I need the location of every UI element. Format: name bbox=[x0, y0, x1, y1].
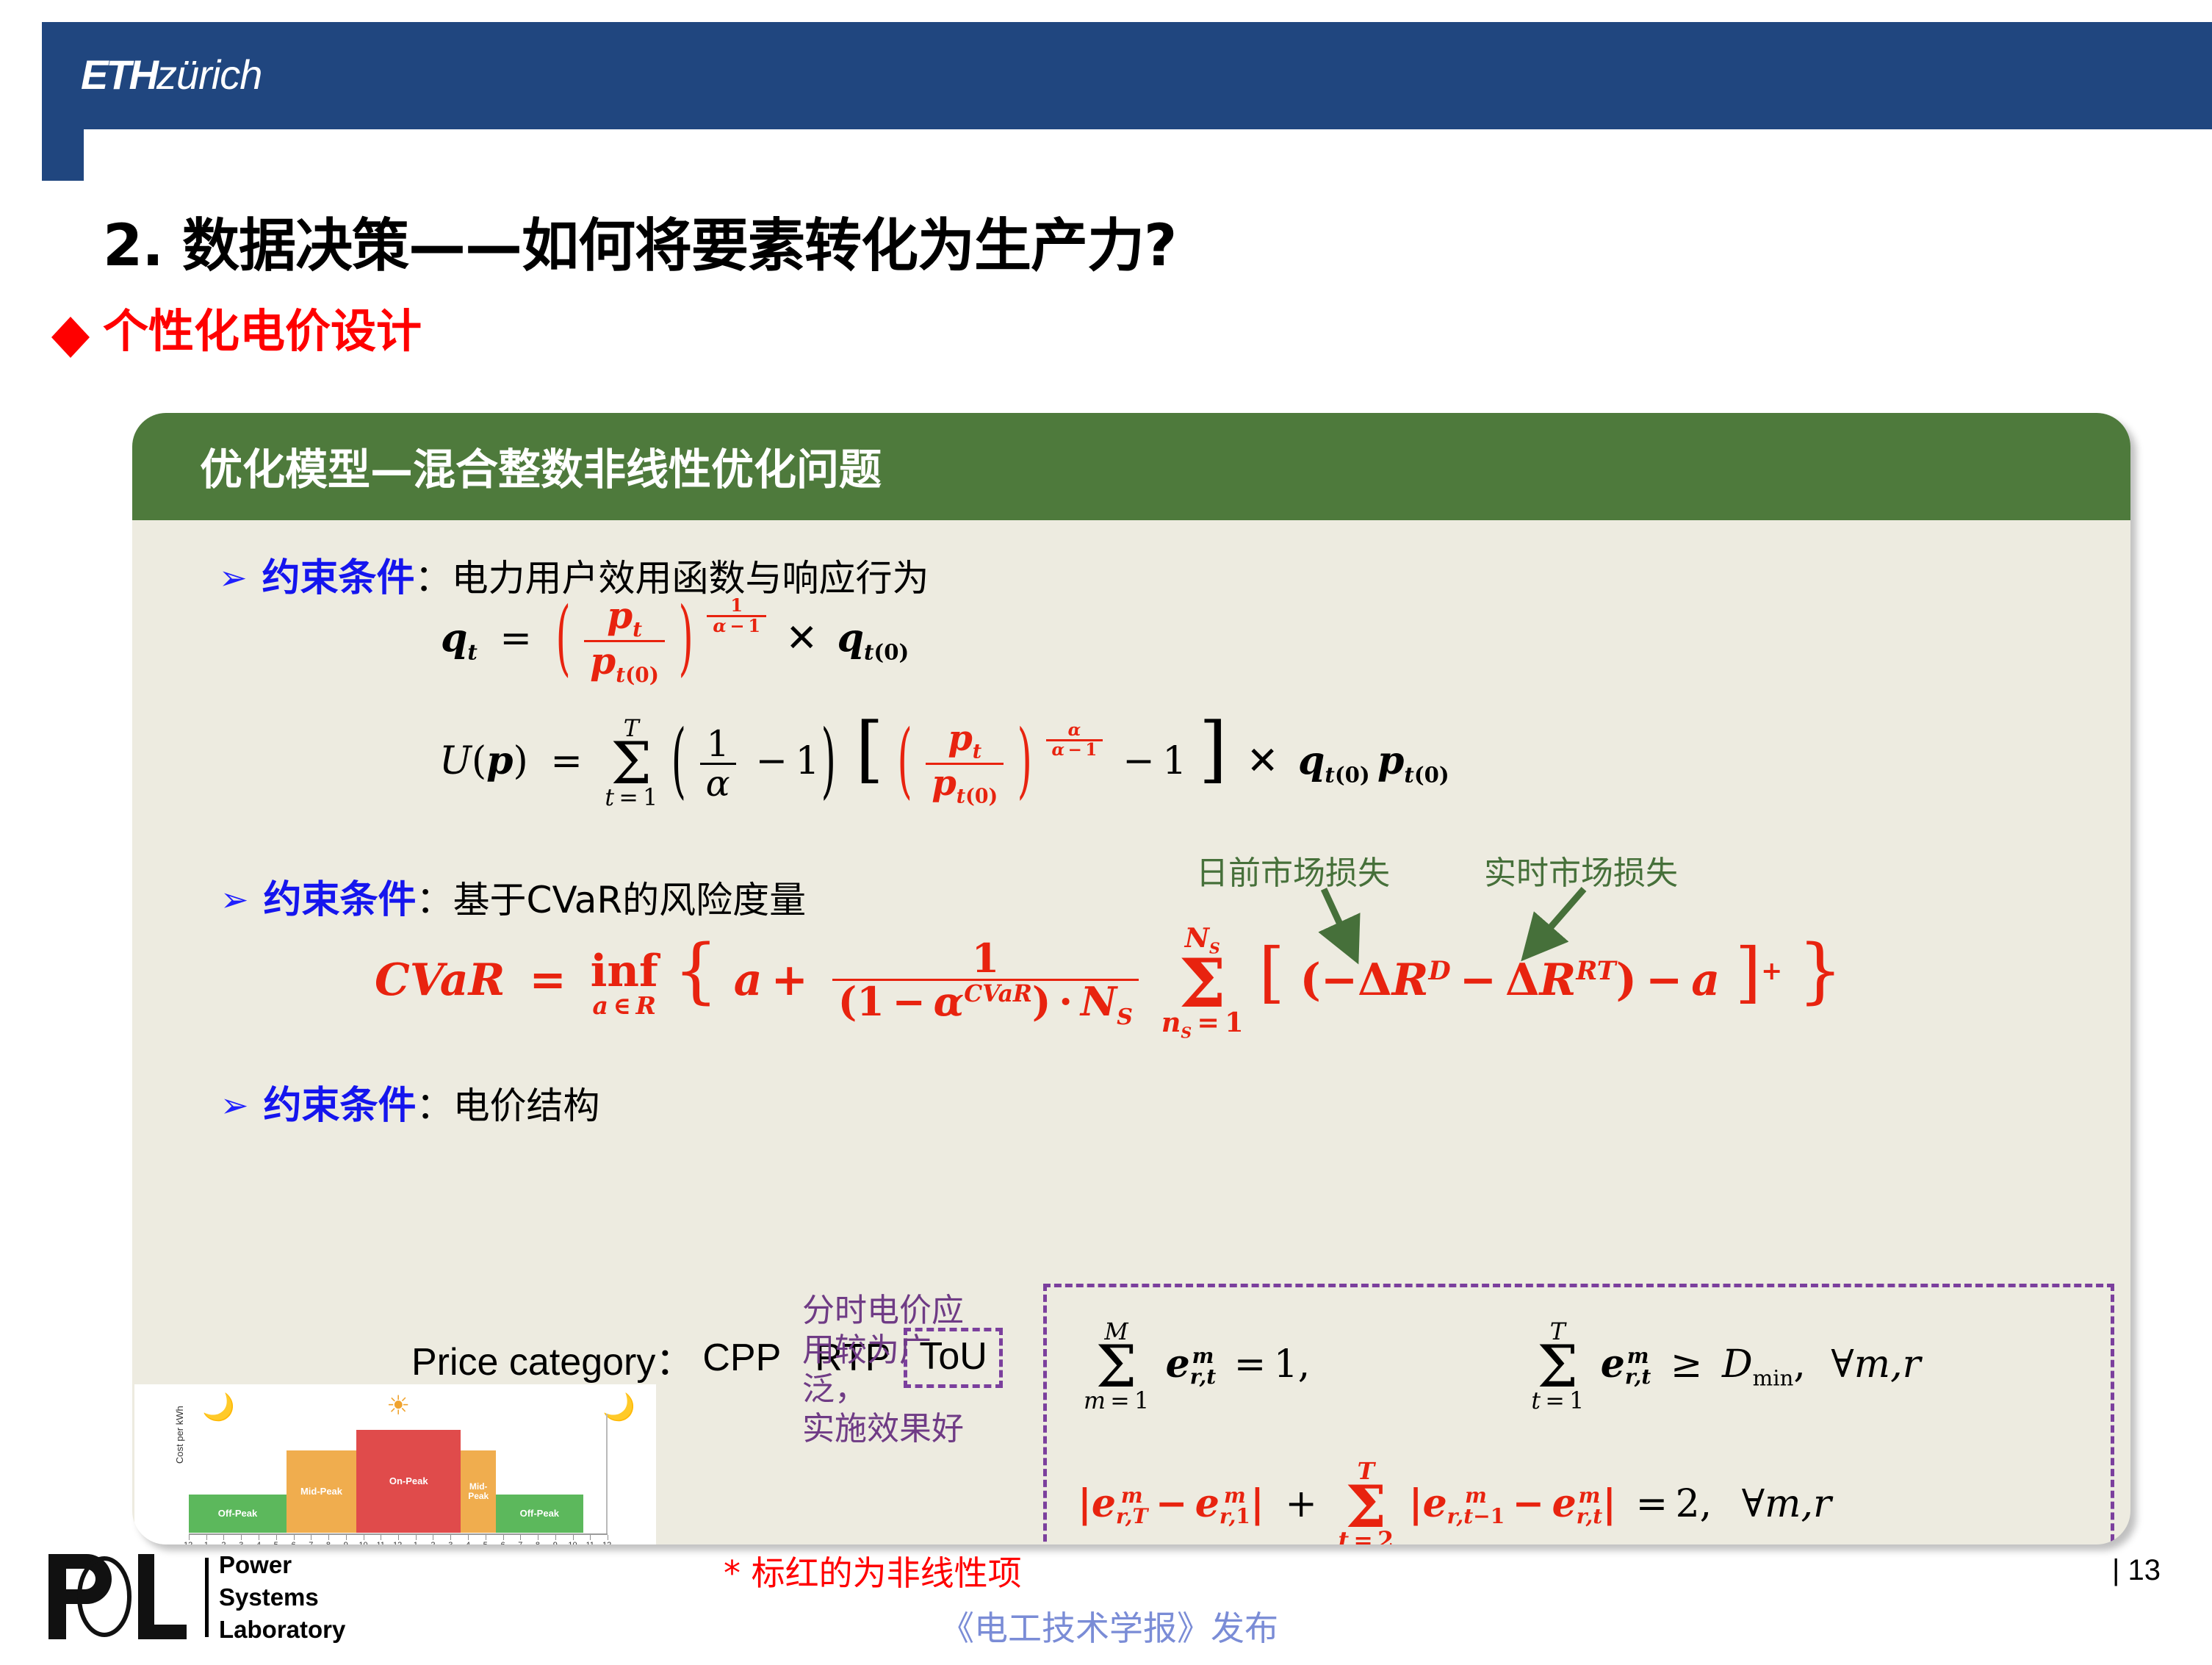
bar-mid-peak-1: Mid-Peak bbox=[286, 1450, 356, 1533]
diamond-bullet-icon bbox=[51, 317, 90, 358]
price-option-cpp[interactable]: CPP bbox=[702, 1336, 781, 1380]
sum-symbol-ns: NS ΣnS = 1 bbox=[1161, 922, 1244, 1042]
psl-logo-mark bbox=[44, 1550, 202, 1645]
eth-logo-eth: ETH bbox=[81, 51, 159, 98]
page-title: 2. 数据决策——如何将要素转化为生产力? bbox=[103, 213, 1177, 279]
purple-note-line-3: 实施效果好 bbox=[802, 1410, 964, 1448]
eth-logo-zurich: zürich bbox=[156, 51, 262, 98]
bullet-2-colon: ： bbox=[416, 879, 453, 921]
bullet-1-colon: ： bbox=[414, 557, 452, 600]
bullet-3-keyword: 约束条件 bbox=[263, 1084, 417, 1128]
formula-cvar: CVaR = inf a ∈ R { a + 1 (1 − αCVaR) · NS… bbox=[375, 922, 1843, 1042]
psl-word-systems: Systems bbox=[219, 1583, 319, 1611]
page-number: | 13 bbox=[2112, 1554, 2161, 1586]
inf-operator: inf a ∈ R bbox=[590, 945, 658, 1020]
bullet-constraint-1: ➢ 约束条件 ： 电力用户效用函数与响应行为 bbox=[219, 547, 929, 602]
section-header-label: 优化模型—混合整数非线性优化问题 bbox=[200, 445, 882, 495]
psl-logo-divider bbox=[205, 1557, 209, 1637]
psl-logo-words: Power Systems Laboratory bbox=[219, 1549, 345, 1646]
content-panel: 优化模型—混合整数非线性优化问题 ➢ 约束条件 ： 电力用户效用函数与响应行为 … bbox=[132, 413, 2130, 1544]
bullet-constraint-3: ➢ 约束条件 ： 电价结构 bbox=[220, 1074, 600, 1129]
bar-off-peak-1: Off-Peak bbox=[189, 1495, 287, 1533]
sum-symbol-t2: TΣt = 1 bbox=[1531, 1319, 1585, 1414]
purple-note: 分时电价应 用较为广泛， 实施效果好 bbox=[802, 1291, 986, 1449]
moon-icon: 🌙 bbox=[202, 1392, 235, 1422]
sun-icon: ☀ bbox=[386, 1390, 411, 1420]
bullet-2-keyword: 约束条件 bbox=[263, 878, 417, 922]
sum-symbol-t3: TΣt = 2 bbox=[1338, 1458, 1394, 1544]
price-category-label: Price category： bbox=[411, 1340, 694, 1384]
chart-y-axis-label: Cost per kWh bbox=[174, 1406, 185, 1464]
equation-row-1: MΣm = 1 e m r,t = 1, TΣt = 1 e m r,t ≥ Dmin,… bbox=[1084, 1319, 1921, 1414]
bar-off-peak-2: Off-Peak bbox=[495, 1495, 583, 1533]
psl-logo: Power Systems Laboratory bbox=[44, 1549, 345, 1646]
bullet-1-keyword: 约束条件 bbox=[262, 556, 415, 600]
bullet-2-text: 基于CVaR的风险度量 bbox=[453, 879, 807, 921]
eth-header-banner bbox=[42, 22, 2212, 129]
purple-note-line-1: 分时电价应 bbox=[802, 1292, 964, 1329]
chart-right-boundary bbox=[606, 1414, 608, 1533]
purple-note-line-2: 用较为广泛， bbox=[802, 1331, 932, 1409]
bullet-constraint-2: ➢ 约束条件 ： 基于CVaR的风险度量 bbox=[220, 869, 806, 924]
eth-zurich-logo: ETHzürich bbox=[81, 54, 262, 96]
bar-mid-peak-2: Mid- Peak bbox=[461, 1450, 496, 1533]
sum-symbol-m: MΣm = 1 bbox=[1084, 1319, 1150, 1414]
bullet-arrow-icon: ➢ bbox=[219, 558, 248, 597]
tou-chart-card: 🌙 ☀ 🌙 Cost per kWh Off-Peak Mid-Peak On-… bbox=[134, 1384, 656, 1544]
bullet-arrow-icon: ➢ bbox=[220, 1086, 249, 1124]
chart-bars: Off-Peak Mid-Peak On-Peak Mid- Peak Off-P… bbox=[189, 1430, 608, 1533]
chart-x-ticks: 12am 1 2 3 4 5 6 7 8 9 10 11 12pm 1 2 3 … bbox=[184, 1535, 611, 1544]
journal-attribution: 《电工技术学报》发布 bbox=[940, 1608, 1278, 1648]
tou-chart: 🌙 ☀ 🌙 Cost per kWh Off-Peak Mid-Peak On-… bbox=[134, 1384, 656, 1544]
equation-row-2: |e m r,T − e m r,1 | + TΣt = 2 |e m r,t−1 − emr… bbox=[1078, 1458, 1831, 1544]
eth-header-stem bbox=[42, 129, 84, 181]
sum-symbol-t: TΣt = 1 bbox=[605, 716, 658, 812]
bar-on-peak: On-Peak bbox=[356, 1430, 461, 1533]
subtitle: 个性化电价设计 bbox=[103, 304, 422, 358]
bullet-arrow-icon: ➢ bbox=[220, 880, 249, 918]
formula-demand-response: qt = ( pt pt(0) ) 1 α − 1 ✕ qt(0) bbox=[441, 591, 909, 688]
equation-box: MΣm = 1 e m r,t = 1, TΣt = 1 e m r,t ≥ Dmin,… bbox=[1043, 1284, 2114, 1544]
bullet-3-text: 电价结构 bbox=[453, 1085, 600, 1127]
formula-utility: U(p) = TΣt = 1 ( 1α − 1) [ ( pt pt(0) ) … bbox=[439, 707, 1449, 812]
subtitle-row: 个性化电价设计 bbox=[51, 294, 422, 360]
footnote-nonlinear-terms: * 标红的为非线性项 bbox=[724, 1553, 1022, 1593]
psl-word-power: Power bbox=[219, 1551, 292, 1578]
bullet-3-colon: ： bbox=[416, 1085, 453, 1127]
psl-word-laboratory: Laboratory bbox=[219, 1615, 346, 1643]
